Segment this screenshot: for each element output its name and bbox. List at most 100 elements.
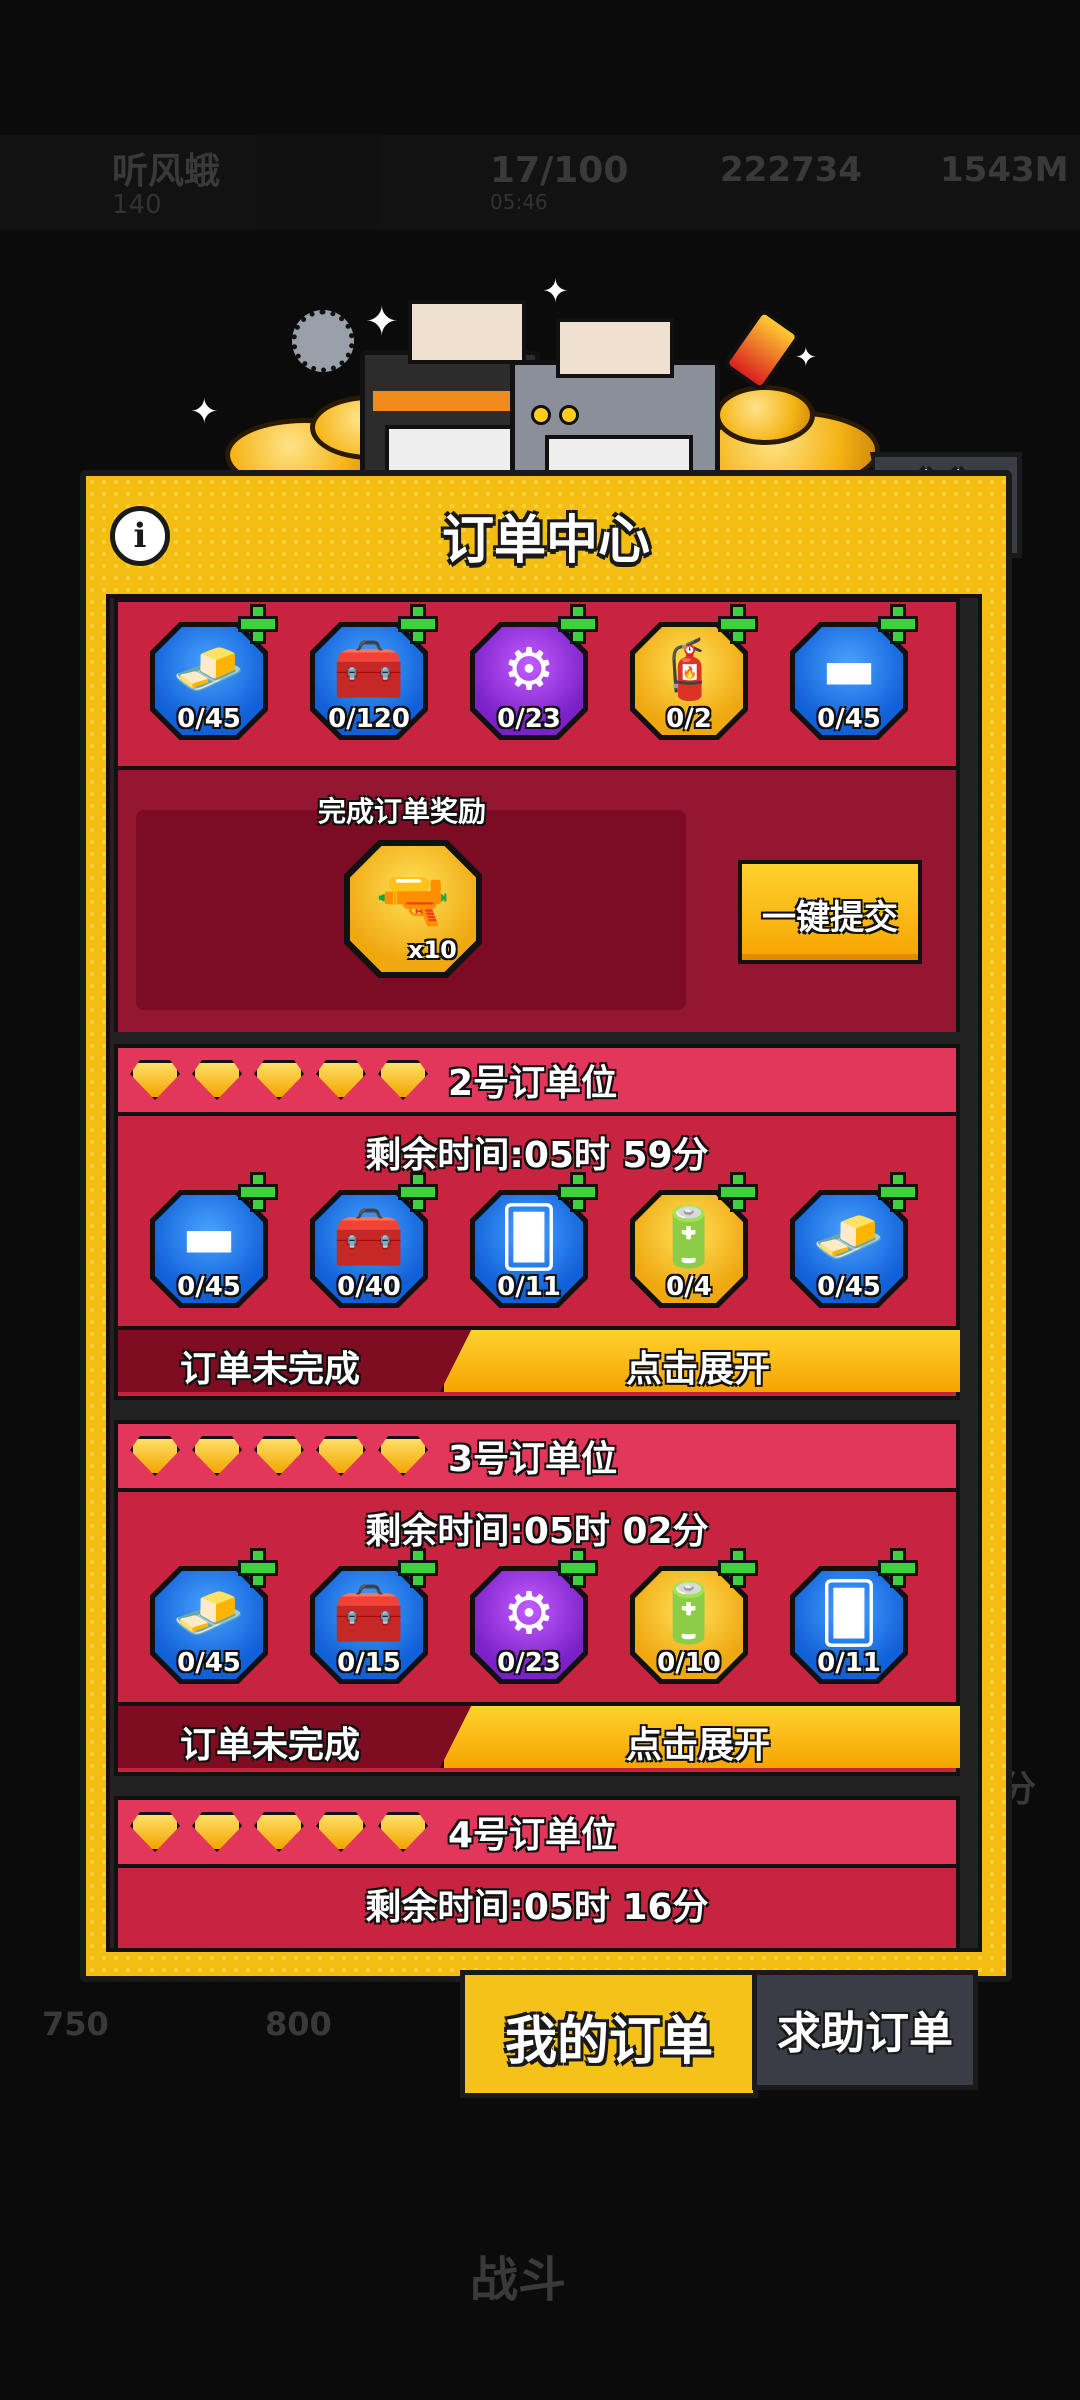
energy-counter: 17/100: [490, 150, 629, 191]
add-icon[interactable]: [398, 1172, 438, 1212]
sparkle-icon: ✦: [795, 343, 817, 373]
sparkle-icon: ✦: [365, 299, 399, 345]
energy-timer: 05:46: [490, 190, 548, 214]
gear-icon: ⚙: [503, 1579, 555, 1647]
reward-section: 完成订单奖励 🔫 x10 一键提交: [118, 766, 956, 1032]
order-item[interactable]: 🧈 0/45: [150, 1548, 278, 1684]
gem-icon: [130, 1812, 180, 1852]
pink-battery-icon: 🔋: [652, 1579, 726, 1647]
order-status-bar: 订单未完成 点击展开: [118, 1326, 960, 1392]
remaining-time: 剩余时间:05时 16分: [365, 1887, 709, 1928]
gold-bar-icon: 🧈: [172, 635, 246, 703]
order-item[interactable]: 🧈 0/45: [150, 604, 278, 740]
gold-bar-icon: 🧈: [172, 1579, 246, 1647]
add-icon[interactable]: [398, 1548, 438, 1588]
gem-icon: [254, 1812, 304, 1852]
order-card-3: 3号订单位 剩余时间:05时 02分 🧈 0/45 🧰 0/15 ⚙ 0/23: [114, 1420, 960, 1776]
battle-label: 战斗: [470, 2252, 567, 2308]
order-card-1: 🧈 0/45 🧰 0/120 ⚙ 0/23 🧯 0/2 ▬ 0/45 完成订单奖…: [114, 598, 960, 1032]
add-icon[interactable]: [878, 1548, 918, 1588]
remaining-time: 剩余时间:05时 02分: [365, 1511, 709, 1552]
order-title: 3号订单位: [448, 1439, 618, 1480]
add-icon[interactable]: [718, 1172, 758, 1212]
pink-battery-icon: 🔋: [652, 1203, 726, 1271]
order-status: 订单未完成: [180, 1725, 361, 1766]
gem-rating: [130, 1436, 440, 1480]
tab-help-orders[interactable]: 求助订单: [752, 1970, 978, 2090]
order-header: 4号订单位: [118, 1800, 956, 1868]
order-item[interactable]: 🧰 0/40: [310, 1172, 438, 1308]
gear-icon: ⚙: [503, 635, 555, 703]
gem-icon: [192, 1436, 242, 1476]
order-item[interactable]: 🧰 0/120: [310, 604, 438, 740]
gem-icon: [316, 1060, 366, 1100]
order-item[interactable]: ▬ 0/45: [790, 604, 918, 740]
background-price: 750: [42, 2005, 109, 2043]
money-counter: 1543M: [940, 150, 1069, 190]
add-icon[interactable]: [718, 1548, 758, 1588]
first-aid-kit-icon: 🧰: [332, 635, 406, 703]
sparkle-icon: ✦: [542, 272, 569, 310]
gem-icon: [192, 1812, 242, 1852]
gem-icon: [254, 1060, 304, 1100]
gear-icon: [292, 310, 354, 372]
gem-icon: [254, 1436, 304, 1476]
order-item[interactable]: 🔋 0/10: [630, 1548, 758, 1684]
add-icon[interactable]: [558, 604, 598, 644]
add-icon[interactable]: [718, 604, 758, 644]
gem-icon: [378, 1436, 428, 1476]
weapon-blueprint-icon: 🔫: [375, 865, 451, 935]
expand-label[interactable]: 点击展开: [440, 1340, 956, 1392]
order-center-panel: i 订单中心 🧈 0/45 🧰 0/120 ⚙ 0/23 🧯 0/2 ▬ 0/4…: [80, 470, 1012, 1982]
order-item[interactable]: 🂠 0/11: [470, 1172, 598, 1308]
gem-icon: [378, 1060, 428, 1100]
order-list[interactable]: 🧈 0/45 🧰 0/120 ⚙ 0/23 🧯 0/2 ▬ 0/45 完成订单奖…: [106, 594, 982, 1952]
add-icon[interactable]: [878, 1172, 918, 1212]
order-header: 2号订单位: [118, 1048, 956, 1116]
remaining-time: 剩余时间:05时 59分: [365, 1135, 709, 1176]
green-toolbox-icon: 🧰: [332, 1579, 406, 1647]
order-item[interactable]: ⚙ 0/23: [470, 1548, 598, 1684]
order-card-4: 4号订单位 剩余时间:05时 16分: [114, 1796, 960, 1948]
expand-label[interactable]: 点击展开: [440, 1716, 956, 1768]
gem-rating: [130, 1060, 440, 1104]
green-toolbox-icon: 🧰: [332, 1203, 406, 1271]
order-item[interactable]: 🧈 0/45: [790, 1172, 918, 1308]
add-icon[interactable]: [558, 1172, 598, 1212]
reward-label: 完成订单奖励: [318, 795, 487, 828]
order-card-2: 2号订单位 剩余时间:05时 59分 ▬ 0/45 🧰 0/40 🂠 0/11: [114, 1044, 960, 1400]
sparkle-icon: ✦: [190, 392, 219, 432]
order-item[interactable]: ▬ 0/45: [150, 1172, 278, 1308]
add-icon[interactable]: [238, 1548, 278, 1588]
add-icon[interactable]: [558, 1548, 598, 1588]
coin-icon: [715, 385, 815, 445]
gem-icon: [316, 1812, 366, 1852]
add-icon[interactable]: [398, 604, 438, 644]
add-icon[interactable]: [878, 604, 918, 644]
gem-icon: [130, 1436, 180, 1476]
anvil-icon: ▬: [181, 1203, 237, 1271]
order-status-bar: 订单未完成 点击展开: [118, 1702, 960, 1768]
order-title: 2号订单位: [448, 1063, 618, 1104]
reward-item[interactable]: 🔫 x10: [344, 840, 482, 978]
add-icon[interactable]: [238, 604, 278, 644]
paper-receipt-icon: [556, 318, 674, 378]
order-item[interactable]: 🧰 0/15: [310, 1548, 438, 1684]
blue-card-icon: 🂠: [819, 1579, 879, 1647]
add-icon[interactable]: [238, 1172, 278, 1212]
gem-icon: [378, 1812, 428, 1852]
tab-my-orders[interactable]: 我的订单: [460, 1970, 758, 2098]
order-header: 3号订单位: [118, 1424, 956, 1492]
gem-icon: [192, 1060, 242, 1100]
order-item[interactable]: ⚙ 0/23: [470, 604, 598, 740]
player-level: 140: [112, 190, 162, 220]
order-item[interactable]: 🂠 0/11: [790, 1548, 918, 1684]
page-title: 订单中心: [441, 511, 650, 571]
player-name: 听风蛾: [112, 151, 221, 192]
reward-quantity: x10: [408, 936, 457, 964]
order-item[interactable]: 🧯 0/2: [630, 604, 758, 740]
gem-rating: [130, 1812, 440, 1856]
anvil-icon: ▬: [821, 635, 877, 703]
order-item[interactable]: 🔋 0/4: [630, 1172, 758, 1308]
submit-all-button[interactable]: 一键提交: [738, 860, 922, 964]
